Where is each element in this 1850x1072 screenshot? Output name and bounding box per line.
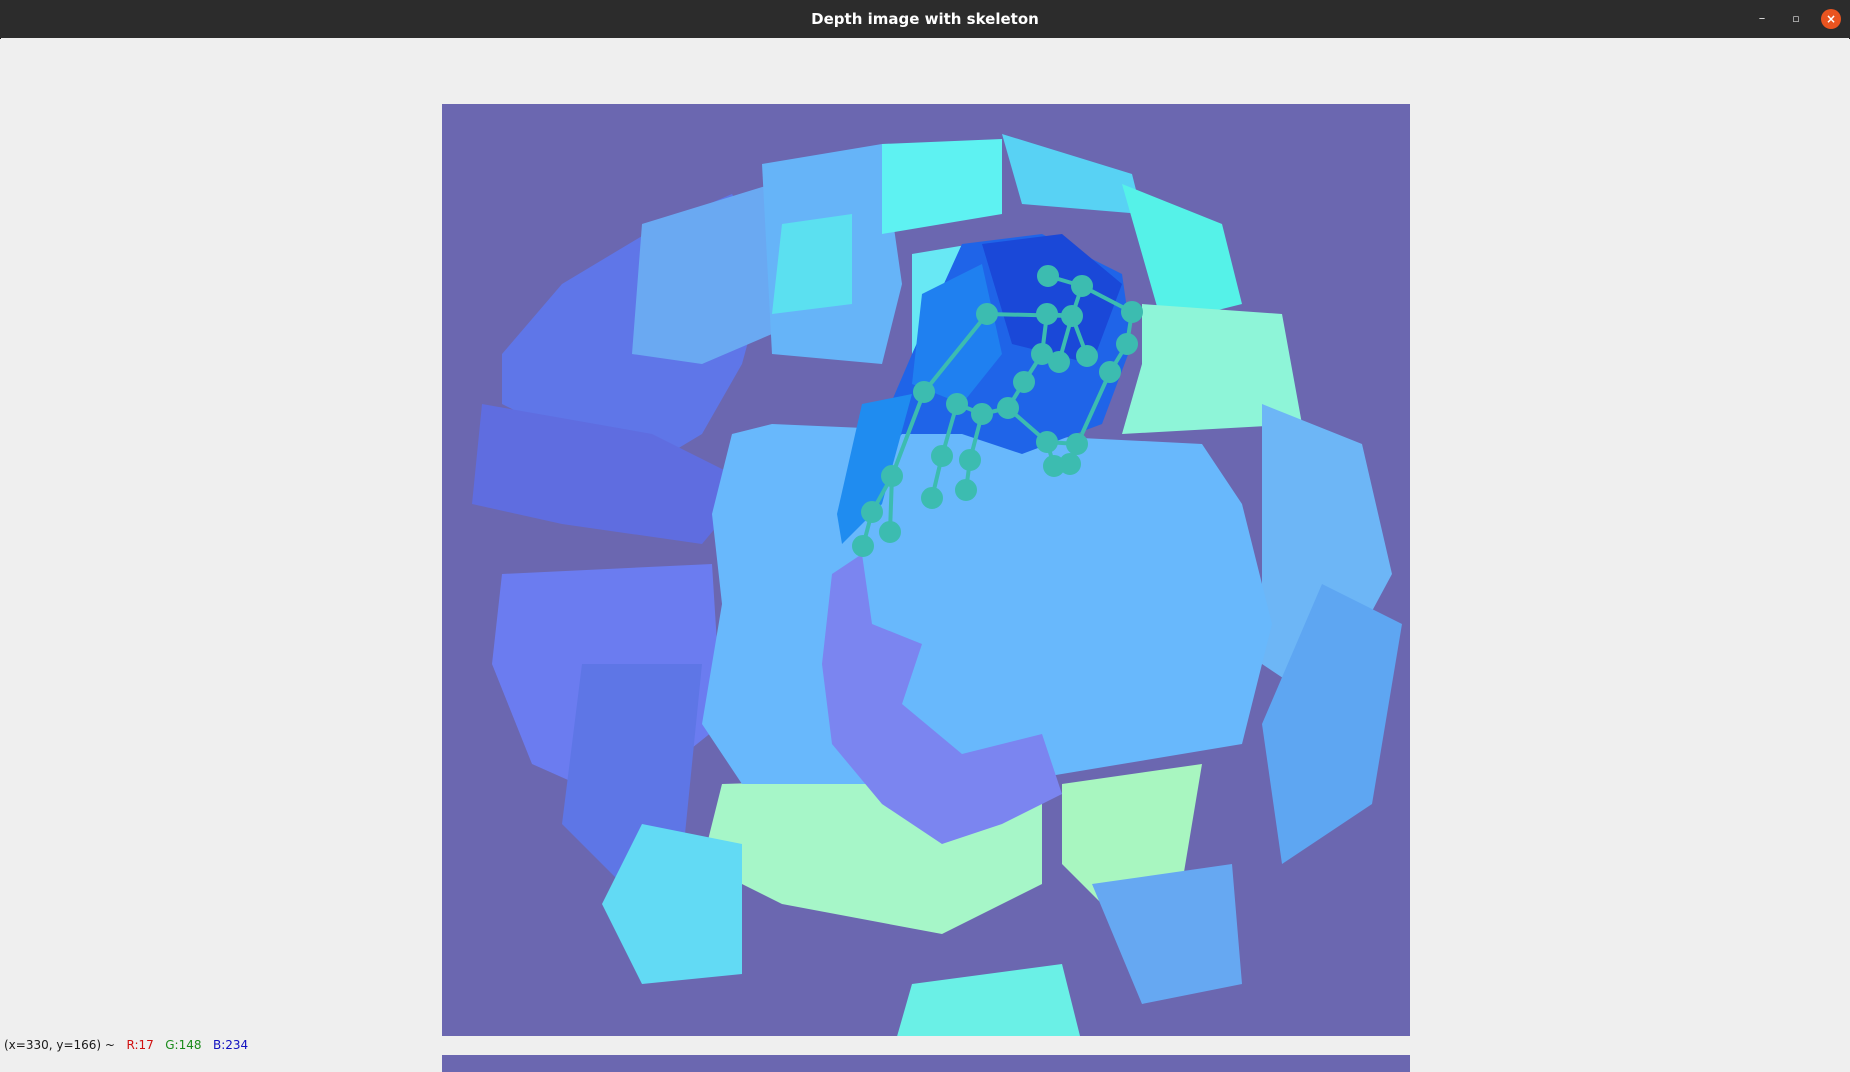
maximize-icon[interactable]: ▫: [1786, 9, 1806, 29]
window-title: Depth image with skeleton: [811, 10, 1039, 28]
skeleton-joint: [946, 393, 968, 415]
skeleton-joint: [1076, 345, 1098, 367]
status-bar: (x=330, y=166) ~ R:17 G:148 B:234: [0, 1036, 1850, 1055]
skeleton-joint: [1071, 275, 1093, 297]
skeleton-joint: [1061, 305, 1083, 327]
skeleton-joint: [921, 487, 943, 509]
pixel-green-value: G:148: [165, 1038, 202, 1052]
close-icon[interactable]: ×: [1821, 9, 1841, 29]
skeleton-joint: [1121, 301, 1143, 323]
skeleton-joint: [881, 465, 903, 487]
skeleton-joint: [879, 521, 901, 543]
title-bar: Depth image with skeleton – ▫ ×: [0, 0, 1850, 39]
skeleton-joint: [1066, 433, 1088, 455]
cursor-coordinates: (x=330, y=166) ~: [4, 1038, 115, 1052]
skeleton-joint: [1099, 361, 1121, 383]
depth-image[interactable]: [442, 104, 1410, 1072]
minimize-icon[interactable]: –: [1752, 9, 1772, 29]
skeleton-joint: [852, 535, 874, 557]
skeleton-joint: [997, 397, 1019, 419]
skeleton-joint: [1059, 453, 1081, 475]
pixel-separator: [119, 1038, 123, 1052]
skeleton-joint: [931, 445, 953, 467]
pixel-red-value: R:17: [126, 1038, 154, 1052]
image-viewer: [1, 38, 1849, 1072]
skeleton-joint: [861, 501, 883, 523]
skeleton-joint: [971, 403, 993, 425]
skeleton-joint: [1037, 265, 1059, 287]
skeleton-joint: [959, 449, 981, 471]
skeleton-joint: [1116, 333, 1138, 355]
skeleton-joint: [1036, 431, 1058, 453]
skeleton-joint: [1048, 351, 1070, 373]
depth-image-canvas: [442, 104, 1410, 1072]
pixel-blue-value: B:234: [212, 1038, 249, 1052]
pixel-separator: [158, 1038, 162, 1052]
skeleton-joint: [913, 381, 935, 403]
skeleton-joint: [955, 479, 977, 501]
skeleton-joint: [1013, 371, 1035, 393]
pixel-separator: [205, 1038, 209, 1052]
skeleton-joint: [976, 303, 998, 325]
skeleton-joint: [1036, 303, 1058, 325]
